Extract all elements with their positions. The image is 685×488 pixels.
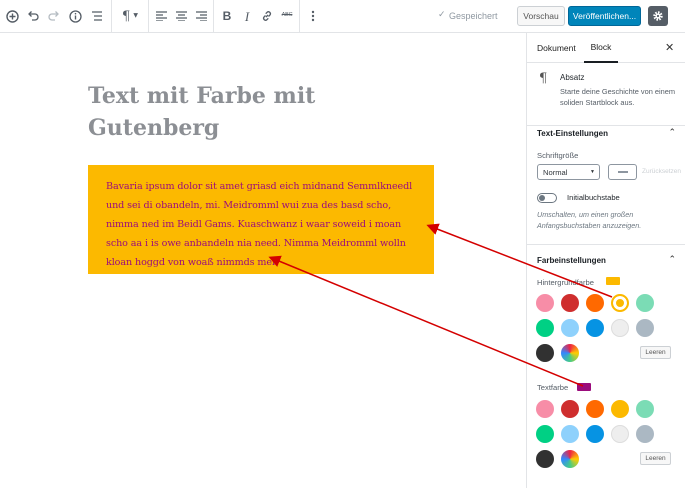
dropcap-help: Umschalten, um einen großen Anfangsbuchs… xyxy=(537,210,642,230)
clear-background-button[interactable]: Leeren xyxy=(640,346,671,359)
tab-block[interactable]: Block xyxy=(584,33,618,63)
custom-color-picker[interactable] xyxy=(561,344,579,362)
settings-sidebar: Dokument Block ✕ ¶ Absatz Starte deine G… xyxy=(526,33,685,488)
add-block-icon[interactable] xyxy=(2,6,22,26)
swatch-light-green[interactable] xyxy=(636,294,654,312)
preview-button[interactable]: Vorschau xyxy=(517,6,565,26)
font-size-label: Schriftgröße xyxy=(537,151,579,160)
publish-button[interactable]: Veröffentlichen... xyxy=(568,6,641,26)
settings-button[interactable] xyxy=(648,6,668,26)
info-icon[interactable] xyxy=(65,6,85,26)
swatch-pale-blue[interactable] xyxy=(561,425,579,443)
block-name: Absatz xyxy=(560,73,585,82)
check-icon: ✓ xyxy=(438,10,446,20)
swatch-orange[interactable] xyxy=(586,400,604,418)
dropcap-toggle[interactable] xyxy=(537,193,557,203)
clear-text-color-button[interactable]: Leeren xyxy=(640,452,671,465)
toolbar-separator xyxy=(148,0,149,33)
sidebar-tabs: Dokument Block ✕ xyxy=(527,33,685,63)
swatch-amber-selected[interactable] xyxy=(611,294,629,312)
font-size-value: Normal xyxy=(543,167,568,177)
undo-icon[interactable] xyxy=(23,6,43,26)
swatch-green[interactable] xyxy=(536,319,554,337)
custom-color-picker[interactable] xyxy=(561,450,579,468)
text-settings-title: Text-Einstellungen xyxy=(537,128,608,138)
more-icon[interactable] xyxy=(303,6,323,26)
outline-icon[interactable] xyxy=(87,6,107,26)
color-settings-header[interactable]: Farbeinstellungen ⌃ xyxy=(527,246,685,274)
strikethrough-icon[interactable]: ABC xyxy=(277,6,297,26)
tab-document[interactable]: Dokument xyxy=(537,33,576,63)
swatch-light-gray[interactable] xyxy=(611,319,629,337)
paragraph-block-icon: ¶ xyxy=(539,71,548,86)
align-left-icon[interactable] xyxy=(151,6,171,26)
gear-icon xyxy=(653,11,663,21)
close-icon[interactable]: ✕ xyxy=(665,41,674,54)
bold-icon[interactable]: B xyxy=(217,6,237,26)
swatch-orange[interactable] xyxy=(586,294,604,312)
paragraph-icon[interactable]: ¶ ▼ xyxy=(118,6,142,26)
swatch-vivid-red[interactable] xyxy=(561,294,579,312)
block-card: ¶ Absatz Starte deine Geschichte von ein… xyxy=(527,63,685,126)
redo-icon[interactable] xyxy=(44,6,64,26)
toolbar-separator xyxy=(111,0,112,33)
swatch-blue[interactable] xyxy=(586,425,604,443)
swatch-light-green[interactable] xyxy=(636,400,654,418)
saved-status: Gespeichert xyxy=(449,11,498,21)
swatch-blue[interactable] xyxy=(586,319,604,337)
swatch-black[interactable] xyxy=(536,450,554,468)
editor-toolbar: ¶ ▼ B I ABC ✓ Gespeichert Vorschau Veröff… xyxy=(0,0,685,33)
swatch-green[interactable] xyxy=(536,425,554,443)
text-color-label: Textfarbe xyxy=(537,383,569,392)
panel-divider xyxy=(527,244,685,245)
custom-font-size-input[interactable] xyxy=(608,164,637,180)
toolbar-separator xyxy=(299,0,300,33)
background-color-indicator xyxy=(606,277,620,285)
swatch-gray[interactable] xyxy=(636,319,654,337)
chevron-up-icon: ⌃ xyxy=(668,254,676,264)
background-color-label: Hintergrundfarbe xyxy=(537,278,594,287)
swatch-light-gray[interactable] xyxy=(611,425,629,443)
text-settings-header[interactable]: Text-Einstellungen ⌃ xyxy=(527,119,685,147)
italic-icon[interactable]: I xyxy=(237,6,257,26)
font-size-select[interactable]: Normal ▼ xyxy=(537,164,600,180)
swatch-pale-pink[interactable] xyxy=(536,294,554,312)
swatch-pale-pink[interactable] xyxy=(536,400,554,418)
post-title[interactable]: Text mit Farbe mit Gutenberg xyxy=(88,80,388,144)
chevron-down-icon: ▼ xyxy=(590,169,595,175)
text-color-indicator xyxy=(577,383,591,391)
swatch-pale-blue[interactable] xyxy=(561,319,579,337)
link-icon[interactable] xyxy=(257,6,277,26)
swatch-amber[interactable] xyxy=(611,400,629,418)
font-size-reset-button[interactable]: Zurücksetzen xyxy=(642,168,681,175)
swatch-black[interactable] xyxy=(536,344,554,362)
swatch-gray[interactable] xyxy=(636,425,654,443)
swatch-vivid-red[interactable] xyxy=(561,400,579,418)
paragraph-block[interactable]: Bavaria ipsum dolor sit amet griasd eich… xyxy=(88,165,434,274)
dropcap-label: Initialbuchstabe xyxy=(567,193,620,202)
color-settings-title: Farbeinstellungen xyxy=(537,255,606,265)
paragraph-text[interactable]: Bavaria ipsum dolor sit amet griasd eich… xyxy=(106,177,420,272)
align-right-icon[interactable] xyxy=(191,6,211,26)
block-description: Starte deine Geschichte von einem solide… xyxy=(560,87,676,107)
toolbar-separator xyxy=(213,0,214,33)
align-center-icon[interactable] xyxy=(171,6,191,26)
chevron-up-icon: ⌃ xyxy=(668,127,676,137)
